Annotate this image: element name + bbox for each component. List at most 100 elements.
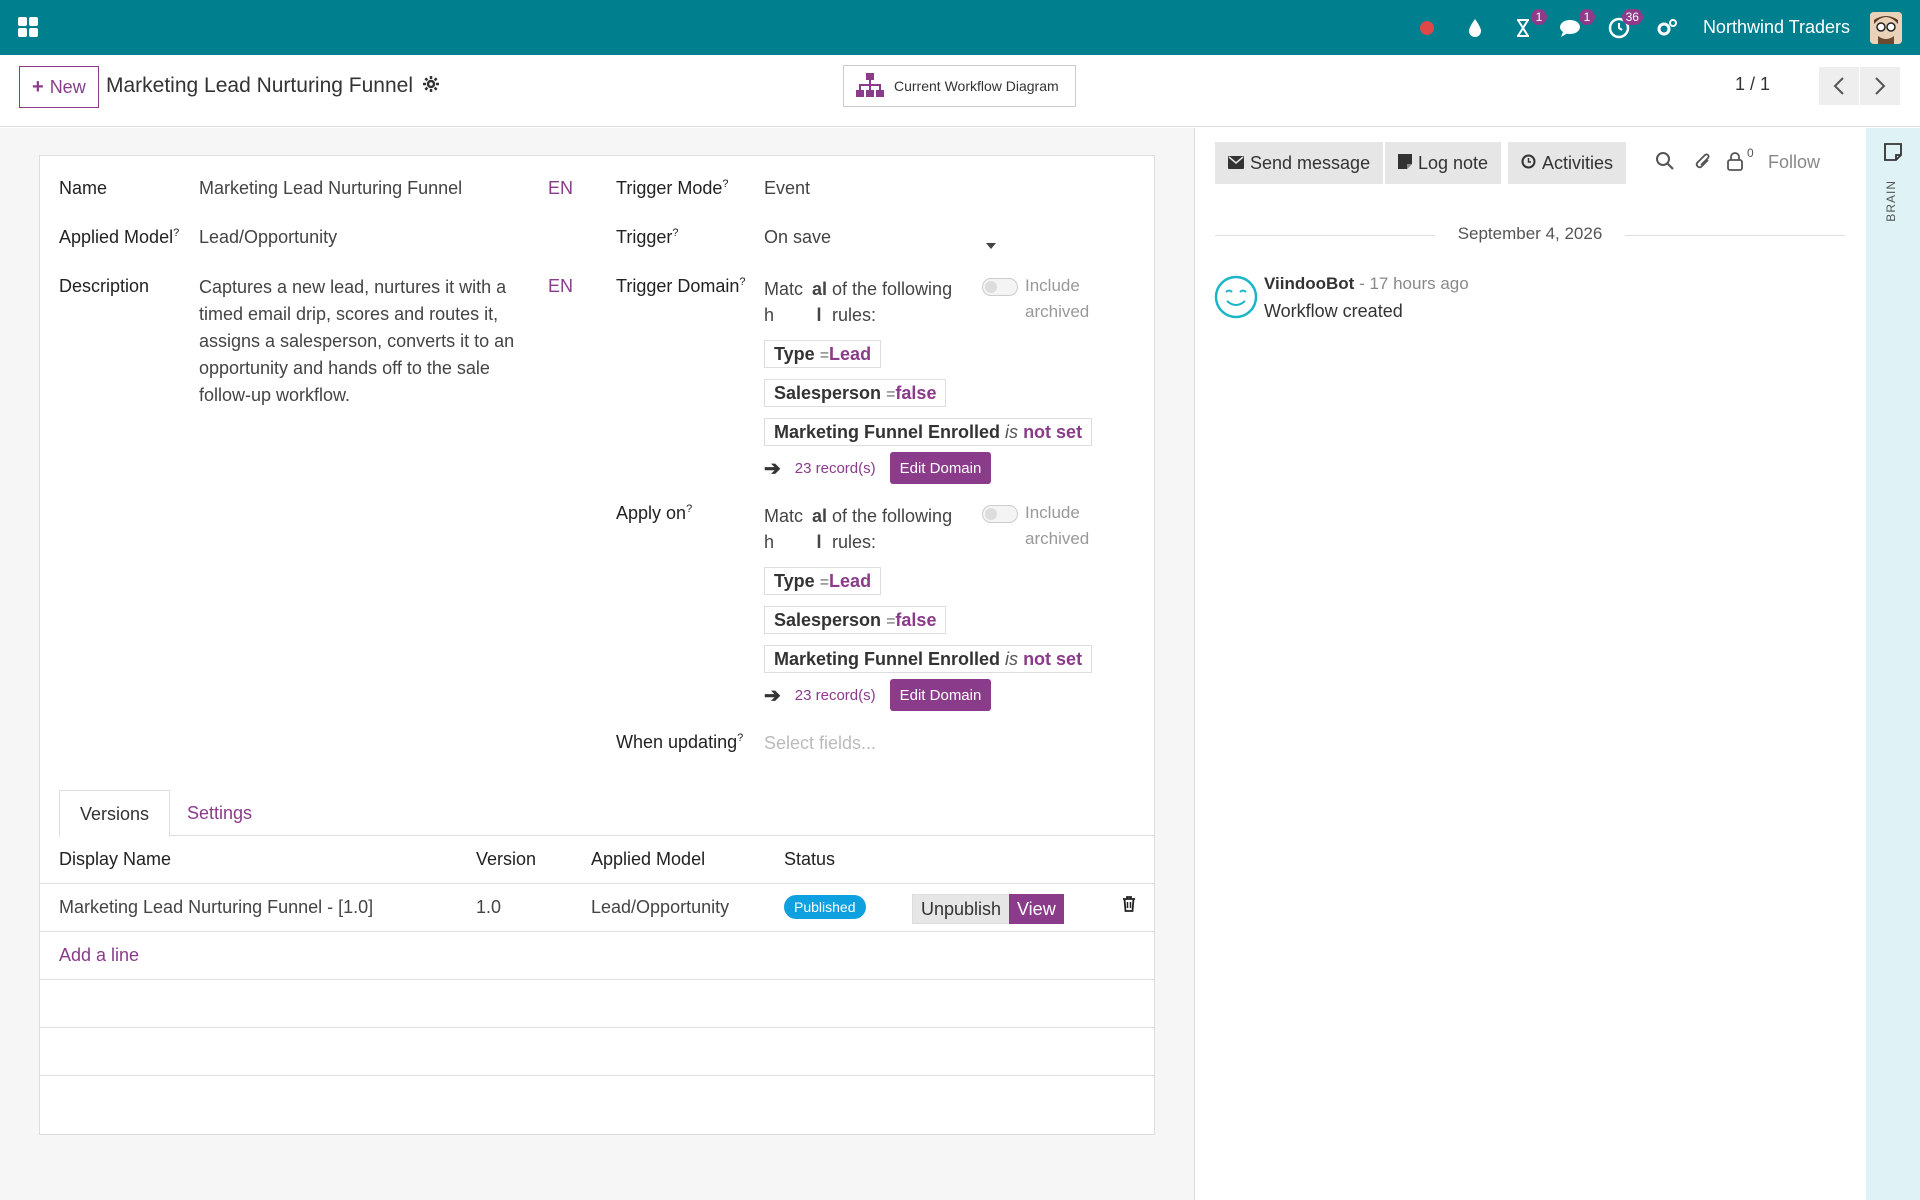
paperclip-icon[interactable] [1693,151,1713,178]
envelope-icon [1228,153,1244,174]
domain-records-row: ➔ 23 record(s) Edit Domain [764,452,992,484]
edit-domain-button[interactable]: Edit Domain [889,679,992,711]
new-button-label: New [49,76,86,97]
trigger-mode-label: Trigger Mode? [616,178,729,198]
column-version[interactable]: Version [476,849,536,870]
brain-label: BRAIN [1884,180,1898,222]
timesheet-clock-icon[interactable]: 36 [1605,8,1643,42]
empty-row [40,980,1154,1028]
description-field[interactable]: Captures a new lead, nurtures it with a … [199,274,529,409]
gear-icon[interactable] [423,74,440,98]
notebook-tabs: Versions Settings [59,790,1154,837]
table-row[interactable]: Marketing Lead Nurturing Funnel - [1.0] … [40,884,1154,932]
activities-hourglass-icon[interactable]: 1 [1509,8,1547,42]
record-status-icon[interactable] [1413,14,1441,42]
message-body: Workflow created [1264,301,1403,321]
match-all-select[interactable]: al l [812,276,827,328]
applied-model-label: Applied Model? [59,227,180,247]
edit-domain-button[interactable]: Edit Domain [889,452,992,484]
new-button[interactable]: + New [19,66,99,108]
records-count-link[interactable]: 23 record(s) [795,687,876,704]
sticky-note-icon[interactable] [1883,142,1903,167]
brain-side-panel[interactable]: BRAIN [1866,128,1920,1200]
applied-model-field[interactable]: Lead/Opportunity [199,227,337,248]
name-field[interactable]: Marketing Lead Nurturing Funnel [199,178,462,199]
activities-button[interactable]: Activities [1508,142,1627,184]
messages-icon[interactable]: 1 [1557,8,1595,42]
include-archived-label: Include archived [1025,503,1090,548]
message-header: ViindooBot - 17 hours ago [1264,274,1469,294]
sitemap-icon [856,72,884,100]
include-archived-toggle[interactable] [982,278,1018,296]
add-line-row: Add a line [40,932,1154,980]
column-display-name[interactable]: Display Name [59,849,171,870]
settings-gears-icon[interactable] [1653,14,1681,42]
rules-text: of the following rules: [832,506,953,552]
trigger-mode-field[interactable]: Event [764,178,810,199]
domain-rule-funnel-enrolled[interactable]: Marketing Funnel Enrolled is not set [764,645,1093,673]
bot-avatar-icon [1214,275,1258,324]
description-label: Description [59,276,150,296]
trigger-domain-label: Trigger Domain? [616,276,746,296]
note-icon [1398,153,1412,174]
activities-badge: 1 [1530,8,1547,25]
add-line-link[interactable]: Add a line [59,945,139,966]
name-label: Name [59,178,108,198]
domain-rule-salesperson[interactable]: Salesperson =false [764,606,947,634]
timesheet-badge: 36 [1621,8,1643,25]
versions-table-header: Display Name Version Applied Model Statu… [40,836,1154,884]
user-avatar[interactable] [1870,11,1902,44]
column-applied-model[interactable]: Applied Model [591,849,705,870]
workflow-diagram-label: Current Workflow Diagram [894,78,1059,94]
navbar-systray: 1 1 36 Northwind Traders [1413,0,1902,55]
tab-versions[interactable]: Versions [59,790,171,837]
date-separator-text: September 4, 2026 [1457,224,1603,243]
column-status[interactable]: Status [784,849,835,870]
chatter-panel: Send message Log note Activities 0 Follo… [1196,128,1866,1200]
domain-rule-type[interactable]: Type =Lead [764,340,882,368]
apps-menu-icon[interactable] [18,17,38,37]
form-view: Name Marketing Lead Nurturing Funnel EN … [0,128,1195,1200]
activities-label: Activities [1542,152,1614,173]
include-archived-toggle[interactable] [982,505,1018,523]
name-translate-button[interactable]: EN [548,178,573,199]
drop-icon[interactable] [1461,14,1489,42]
log-note-button[interactable]: Log note [1385,142,1502,184]
apply-on-label: Apply on? [616,503,693,523]
search-icon[interactable] [1655,151,1675,176]
tab-settings[interactable]: Settings [167,790,272,837]
send-message-label: Send message [1250,152,1371,173]
log-note-label: Log note [1418,152,1489,173]
company-name[interactable]: Northwind Traders [1703,17,1850,38]
match-all-select[interactable]: al l [812,503,827,555]
when-updating-field[interactable]: Select fields... [764,733,876,754]
domain-rule-type[interactable]: Type =Lead [764,567,882,595]
send-message-button[interactable]: Send message [1215,142,1384,184]
records-count-link[interactable]: 23 record(s) [795,460,876,477]
record-title: Marketing Lead Nurturing Funnel [106,74,440,98]
record-title-text: Marketing Lead Nurturing Funnel [106,74,414,97]
description-translate-button[interactable]: EN [548,276,573,297]
match-text: Matc h [764,279,804,325]
unpublish-button[interactable]: Unpublish [912,894,1011,924]
pager-next-button[interactable] [1860,67,1900,105]
include-archived-label: Include archived [1025,276,1090,321]
workflow-diagram-button[interactable]: Current Workflow Diagram [843,65,1076,107]
date-separator: September 4, 2026 [1215,224,1845,246]
cell-applied-model: Lead/Opportunity [591,897,730,917]
trigger-select[interactable]: On save [764,227,831,248]
view-button[interactable]: View [1009,894,1064,924]
domain-rule-funnel-enrolled[interactable]: Marketing Funnel Enrolled is not set [764,418,1093,446]
control-panel: + New Marketing Lead Nurturing Funnel Cu… [0,55,1920,127]
pager-value[interactable]: 1 / 1 [1735,74,1770,95]
pager-previous-button[interactable] [1819,67,1859,105]
domain-rule-salesperson[interactable]: Salesperson =false [764,379,947,407]
message-author[interactable]: ViindooBot [1264,274,1354,293]
caret-down-icon[interactable] [986,233,996,254]
cell-display-name: Marketing Lead Nurturing Funnel - [1.0] [59,897,374,917]
trigger-label: Trigger? [616,227,679,247]
follow-button[interactable]: Follow [1768,152,1820,173]
messages-badge: 1 [1578,8,1595,25]
followers-lock-icon[interactable] [1726,151,1744,176]
trash-icon[interactable] [1122,896,1136,917]
